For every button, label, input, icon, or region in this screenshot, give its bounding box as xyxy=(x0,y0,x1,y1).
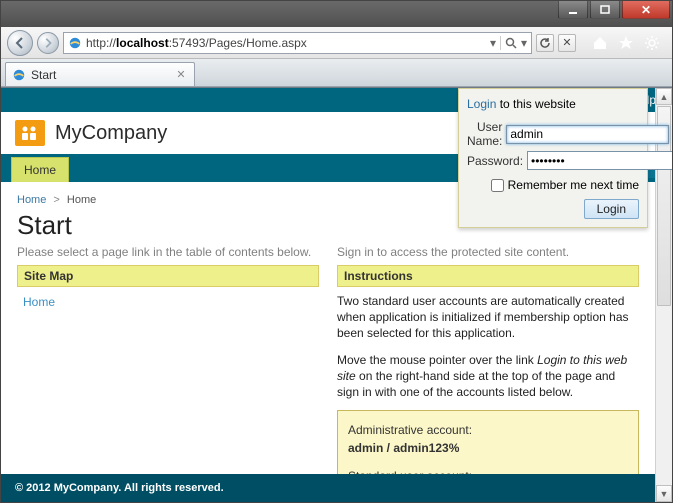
admin-credentials: admin / admin123% xyxy=(348,441,459,455)
right-hint: Sign in to access the protected site con… xyxy=(337,245,639,259)
breadcrumb-root[interactable]: Home xyxy=(17,194,46,206)
admin-account-label: Administrative account: xyxy=(348,421,628,439)
right-column: Sign in to access the protected site con… xyxy=(337,245,639,502)
brand-logo-icon xyxy=(15,120,45,146)
login-popover-title: Login to this website xyxy=(467,95,639,117)
breadcrumb-current: Home xyxy=(67,194,96,206)
favorites-icon[interactable] xyxy=(618,35,634,51)
left-column: Please select a page link in the table o… xyxy=(17,245,319,502)
ie-icon xyxy=(68,36,82,50)
sitemap-link-home[interactable]: Home xyxy=(23,295,55,309)
window-maximize-button[interactable] xyxy=(590,1,620,19)
address-bar[interactable]: http://localhost:57493/Pages/Home.aspx ▾… xyxy=(63,32,532,54)
sitemap-heading: Site Map xyxy=(17,265,319,287)
nav-home[interactable]: Home xyxy=(11,157,69,182)
address-tools: ▾ ▾ xyxy=(490,36,527,50)
scroll-up-button[interactable]: ▲ xyxy=(656,88,672,105)
browser-window: ✕ http://localhost:57493/Pages/Home.aspx… xyxy=(0,0,673,503)
page-footer: © 2012 MyCompany. All rights reserved. xyxy=(1,474,655,502)
back-button[interactable] xyxy=(7,30,33,56)
tab-close-button[interactable]: ✕ xyxy=(174,68,188,82)
remember-checkbox[interactable] xyxy=(491,179,504,192)
window-minimize-button[interactable] xyxy=(558,1,588,19)
remember-label: Remember me next time xyxy=(508,178,639,192)
home-icon[interactable] xyxy=(592,35,608,51)
password-label: Password: xyxy=(467,154,527,168)
page-viewport: Help MyCompany Home ns Home > Home Start xyxy=(1,87,672,502)
breadcrumb-sep: > xyxy=(49,194,63,206)
instr-p2: Move the mouse pointer over the link Log… xyxy=(337,352,639,401)
sitemap-list: Home xyxy=(17,287,319,317)
left-hint: Please select a page link in the table o… xyxy=(17,245,319,259)
page-body: Home > Home Start Please select a page l… xyxy=(1,182,655,502)
instructions: Two standard user accounts are automatic… xyxy=(337,287,639,502)
instr-p1: Two standard user accounts are automatic… xyxy=(337,293,639,342)
remember-row: Remember me next time xyxy=(467,173,639,199)
window-close-button[interactable]: ✕ xyxy=(622,1,670,19)
search-icon[interactable] xyxy=(505,37,517,49)
brand-title: MyCompany xyxy=(55,122,167,145)
ie-icon xyxy=(12,68,26,82)
username-label: User Name: xyxy=(467,120,506,148)
login-submit-button[interactable]: Login xyxy=(584,199,639,219)
refresh-button[interactable] xyxy=(536,34,554,52)
dropdown-icon[interactable]: ▾ xyxy=(490,36,496,50)
url-text: http://localhost:57493/Pages/Home.aspx xyxy=(86,36,486,50)
browser-tab[interactable]: Start ✕ xyxy=(5,62,195,86)
window-titlebar: ✕ xyxy=(1,1,672,27)
tab-strip: Start ✕ xyxy=(1,59,672,87)
stop-button[interactable]: ✕ xyxy=(558,34,576,52)
login-popover: Login to this website User Name: Passwor… xyxy=(458,88,648,228)
scroll-down-button[interactable]: ▼ xyxy=(656,485,672,502)
forward-button[interactable] xyxy=(37,32,59,54)
login-link[interactable]: Login xyxy=(467,97,496,111)
instr-heading: Instructions xyxy=(337,265,639,287)
password-input[interactable] xyxy=(527,151,672,170)
browser-tools xyxy=(586,35,666,51)
browser-navbar: http://localhost:57493/Pages/Home.aspx ▾… xyxy=(1,27,672,59)
gear-icon[interactable] xyxy=(644,35,660,51)
username-input[interactable] xyxy=(506,125,669,144)
tab-title: Start xyxy=(31,68,169,82)
dropdown-icon[interactable]: ▾ xyxy=(521,36,527,50)
